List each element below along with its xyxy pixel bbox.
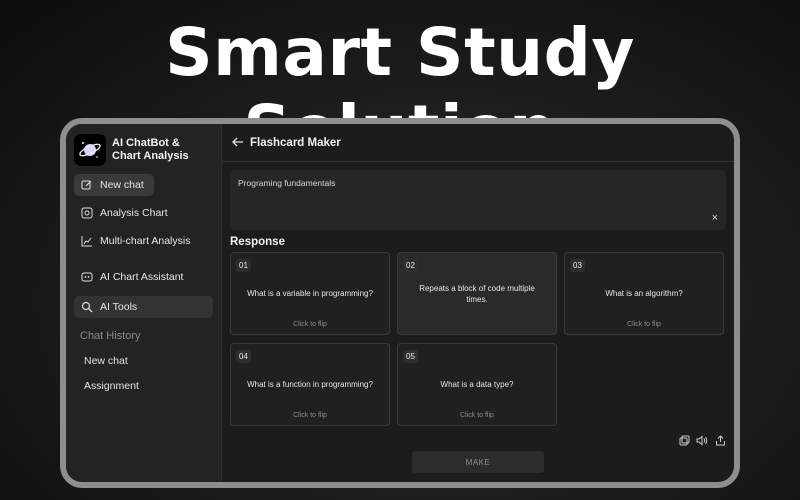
line-chart-icon <box>80 234 94 248</box>
card-text: What is a data type? <box>440 380 514 389</box>
planet-logo-icon <box>74 134 106 166</box>
flip-hint: Click to flip <box>293 412 327 419</box>
history-item[interactable]: New chat <box>84 355 213 367</box>
card-number: 03 <box>570 259 585 272</box>
card-number: 02 <box>403 259 418 272</box>
edit-icon <box>80 178 94 192</box>
device-frame: AI ChatBot & Chart Analysis New chat Ana… <box>60 118 740 488</box>
topic-input-value: Programing fundamentals <box>238 178 336 188</box>
flip-hint: Click to flip <box>627 321 661 328</box>
card-text: Repeats a block of code multiple times. <box>419 284 535 304</box>
brand-line-1: AI ChatBot & <box>112 137 180 149</box>
sidebar-item-ai-tools[interactable]: AI Tools <box>74 296 213 318</box>
card-text: What is an algorithm? <box>605 289 683 298</box>
brand-line-2: Chart Analysis <box>112 150 189 162</box>
assistant-icon <box>80 270 94 284</box>
sidebar-item-label: Multi-chart Analysis <box>100 235 191 247</box>
sidebar-item-label: Analysis Chart <box>100 207 168 219</box>
flashcard[interactable]: 01 What is a variable in programming? Cl… <box>230 252 390 335</box>
card-text: What is a function in programming? <box>247 380 373 389</box>
search-icon <box>80 300 94 314</box>
brand-name: AI ChatBot & Chart Analysis <box>112 137 189 163</box>
chat-history-title: Chat History <box>80 330 141 342</box>
card-number: 04 <box>236 350 251 363</box>
new-chat-label: New chat <box>100 179 144 191</box>
topic-input[interactable]: Programing fundamentals × <box>230 170 726 230</box>
main-panel: Flashcard Maker Programing fundamentals … <box>222 124 734 482</box>
history-item[interactable]: Assignment <box>84 380 213 392</box>
brand: AI ChatBot & Chart Analysis <box>74 134 213 166</box>
sidebar-item-label: AI Chart Assistant <box>100 271 184 283</box>
sidebar: AI ChatBot & Chart Analysis New chat Ana… <box>66 124 222 482</box>
speaker-icon[interactable] <box>696 434 708 446</box>
back-arrow-icon[interactable] <box>232 134 244 152</box>
flip-hint: Click to flip <box>460 412 494 419</box>
app-window: AI ChatBot & Chart Analysis New chat Ana… <box>66 124 734 482</box>
make-button[interactable]: MAKE <box>412 451 544 473</box>
sidebar-item-analysis-chart[interactable]: Analysis Chart <box>74 202 213 224</box>
top-bar: Flashcard Maker <box>222 124 734 162</box>
flashcard[interactable]: 02 Repeats a block of code multiple time… <box>397 252 557 335</box>
card-actions <box>678 434 726 446</box>
sidebar-item-label: AI Tools <box>100 301 138 313</box>
card-number: 01 <box>236 259 251 272</box>
copy-icon[interactable] <box>678 434 690 446</box>
share-icon[interactable] <box>714 434 726 446</box>
chart-analysis-icon <box>80 206 94 220</box>
sidebar-item-chart-assistant[interactable]: AI Chart Assistant <box>74 266 213 288</box>
flashcard[interactable]: 05 What is a data type? Click to flip <box>397 343 557 426</box>
flashcard[interactable]: 04 What is a function in programming? Cl… <box>230 343 390 426</box>
response-label: Response <box>230 236 285 248</box>
card-number: 05 <box>403 350 418 363</box>
clear-icon[interactable]: × <box>712 212 718 224</box>
page-title: Flashcard Maker <box>250 136 341 149</box>
sidebar-item-multi-chart[interactable]: Multi-chart Analysis <box>74 230 213 252</box>
flashcard[interactable]: 03 What is an algorithm? Click to flip <box>564 252 724 335</box>
flip-hint: Click to flip <box>293 321 327 328</box>
new-chat-button[interactable]: New chat <box>74 174 154 196</box>
card-text: What is a variable in programming? <box>247 289 373 298</box>
